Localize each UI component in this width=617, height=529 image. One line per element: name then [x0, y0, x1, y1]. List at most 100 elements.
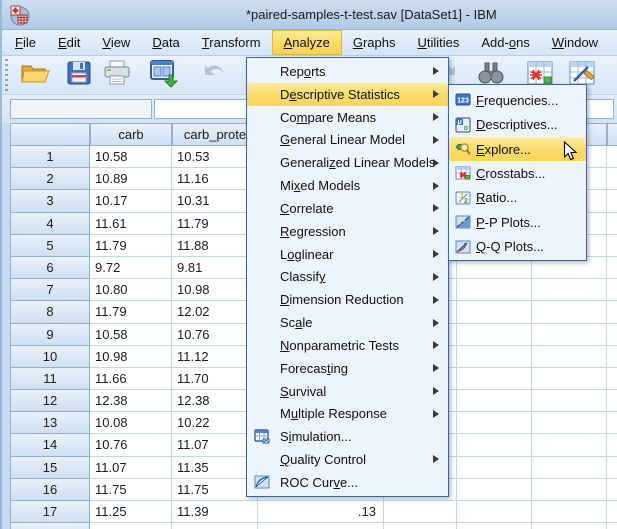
menubar-item-window[interactable]: Window	[541, 30, 609, 55]
analyze-menu-item-nonparametric-tests[interactable]: Nonparametric Tests	[247, 334, 448, 357]
data-cell[interactable]	[532, 301, 607, 324]
data-cell[interactable]	[532, 367, 607, 391]
analyze-menu-item-roc-curve[interactable]: ROC Curve...	[247, 471, 448, 494]
column-header-blank[interactable]	[607, 123, 617, 146]
data-cell[interactable]	[457, 279, 532, 302]
data-cell[interactable]	[457, 523, 532, 529]
analyze-menu-item-simulation[interactable]: Simulation...	[247, 425, 448, 448]
submenu-item-q-q-plots[interactable]: Q-Q Plots...	[449, 235, 586, 259]
data-cell[interactable]: 10.15	[90, 523, 172, 529]
analyze-menu-item-descriptive-statistics[interactable]: Descriptive Statistics	[247, 82, 448, 106]
data-cell[interactable]	[532, 456, 607, 479]
data-cell[interactable]	[457, 501, 532, 524]
row-header[interactable]: 10	[10, 345, 90, 368]
data-cell[interactable]	[457, 367, 532, 391]
row-header[interactable]: 1	[10, 146, 90, 169]
data-cell[interactable]	[607, 323, 617, 346]
row-header[interactable]: 11	[10, 367, 90, 391]
row-header[interactable]: 9	[10, 323, 90, 346]
data-cell[interactable]: 11.66	[90, 367, 172, 391]
data-cell[interactable]	[532, 279, 607, 302]
column-header-blank[interactable]	[10, 123, 90, 146]
data-cell[interactable]: .69	[258, 523, 384, 529]
row-header[interactable]: 17	[10, 501, 90, 524]
data-cell[interactable]	[607, 190, 617, 213]
data-cell[interactable]	[607, 367, 617, 391]
data-cell[interactable]	[457, 323, 532, 346]
data-cell[interactable]	[532, 434, 607, 457]
submenu-item-frequencies[interactable]: 123 Frequencies...	[449, 88, 586, 112]
data-cell[interactable]	[607, 412, 617, 435]
data-cell[interactable]	[607, 456, 617, 479]
data-cell[interactable]: 10.76	[90, 434, 172, 457]
data-cell[interactable]: 11.75	[90, 478, 172, 501]
submenu-item-p-p-plots[interactable]: P-P Plots...	[449, 210, 586, 234]
data-cell[interactable]: 11.39	[172, 501, 258, 524]
analyze-menu-item-regression[interactable]: Regression	[247, 220, 448, 243]
data-cell[interactable]	[532, 323, 607, 346]
menubar-item-utilities[interactable]: Utilities	[406, 30, 470, 55]
data-cell[interactable]	[457, 412, 532, 435]
data-cell[interactable]: 10.58	[90, 323, 172, 346]
data-cell[interactable]	[457, 456, 532, 479]
analyze-menu-item-general-linear-model[interactable]: General Linear Model	[247, 128, 448, 151]
data-cell[interactable]: 10.98	[90, 345, 172, 368]
data-cell[interactable]: 11.79	[90, 234, 172, 257]
data-cell[interactable]	[532, 501, 607, 524]
menubar-item-analyze[interactable]: Analyze	[271, 30, 342, 55]
undo-button[interactable]	[198, 59, 232, 92]
data-cell[interactable]	[457, 390, 532, 413]
data-cell[interactable]: 9.72	[90, 256, 172, 280]
data-cell[interactable]	[607, 478, 617, 501]
recall-dialogs-button[interactable]	[146, 59, 180, 92]
data-cell[interactable]	[532, 478, 607, 501]
data-cell[interactable]: 10.80	[90, 279, 172, 302]
analyze-menu-item-survival[interactable]: Survival	[247, 380, 448, 403]
row-header[interactable]: 13	[10, 412, 90, 435]
menubar-item-graphs[interactable]: Graphs	[342, 30, 407, 55]
analyze-menu-item-mixed-models[interactable]: Mixed Models	[247, 174, 448, 197]
data-cell[interactable]: 11.07	[90, 456, 172, 479]
data-cell[interactable]	[457, 301, 532, 324]
data-cell[interactable]	[384, 523, 457, 529]
data-cell[interactable]: 10.89	[90, 168, 172, 191]
row-header[interactable]: 15	[10, 456, 90, 479]
data-cell[interactable]: 10.08	[90, 412, 172, 435]
menubar-item-file[interactable]: File	[4, 30, 47, 55]
row-header[interactable]: 3	[10, 190, 90, 213]
row-header[interactable]: 18	[10, 523, 90, 529]
data-cell[interactable]	[532, 390, 607, 413]
data-cell[interactable]	[607, 146, 617, 169]
analyze-menu-item-reports[interactable]: Reports	[247, 60, 448, 83]
data-cell[interactable]	[457, 434, 532, 457]
cell-name-field[interactable]	[10, 99, 152, 119]
data-cell[interactable]: 11.61	[90, 212, 172, 235]
data-cell[interactable]	[607, 234, 617, 257]
data-cell[interactable]	[607, 390, 617, 413]
toolbar-grip[interactable]	[5, 59, 8, 92]
analyze-menu-item-classify[interactable]: Classify	[247, 265, 448, 288]
data-cell[interactable]	[607, 212, 617, 235]
row-header[interactable]: 14	[10, 434, 90, 457]
data-cell[interactable]	[532, 523, 607, 529]
submenu-item-ratio[interactable]: 1 2 Ratio...	[449, 186, 586, 210]
row-header[interactable]: 6	[10, 256, 90, 280]
analyze-menu-item-forecasting[interactable]: Forecasting	[247, 357, 448, 380]
data-cell[interactable]: 10.58	[90, 146, 172, 169]
row-header[interactable]: 5	[10, 234, 90, 257]
analyze-menu-item-generalized-linear-models[interactable]: Generalized Linear Models	[247, 151, 448, 174]
data-cell[interactable]	[607, 279, 617, 302]
data-cell[interactable]: 11.25	[90, 501, 172, 524]
data-cell[interactable]	[607, 345, 617, 368]
data-cell[interactable]	[607, 168, 617, 191]
row-header[interactable]: 4	[10, 212, 90, 235]
row-header[interactable]: 7	[10, 279, 90, 302]
open-file-button[interactable]	[18, 59, 52, 92]
data-cell[interactable]: 12.38	[90, 390, 172, 413]
data-cell[interactable]: 11.79	[90, 301, 172, 324]
print-button[interactable]	[100, 59, 134, 92]
analyze-menu-item-dimension-reduction[interactable]: Dimension Reduction	[247, 288, 448, 311]
analyze-menu-item-correlate[interactable]: Correlate	[247, 197, 448, 220]
data-cell[interactable]: 10.84	[172, 523, 258, 529]
row-header[interactable]: 16	[10, 478, 90, 501]
